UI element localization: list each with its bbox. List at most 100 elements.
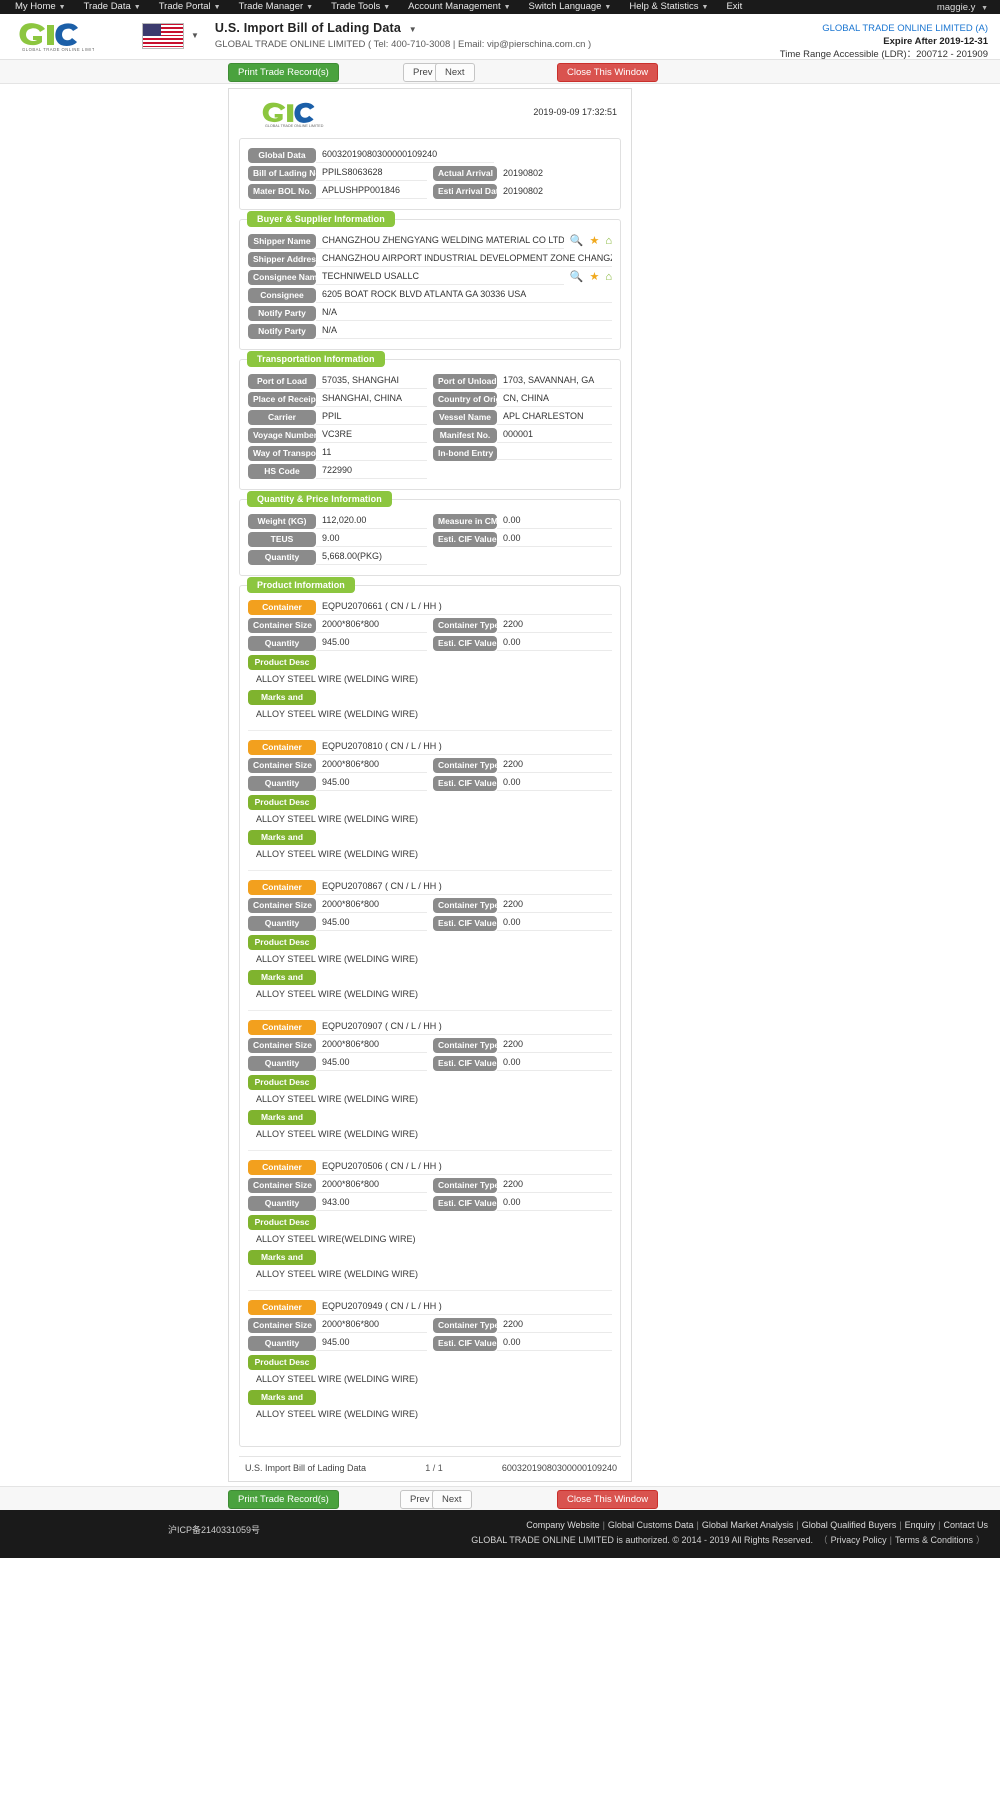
transportation-row-label-left-3: Voyage Number [248,428,317,443]
container-label: Container [248,600,316,615]
chevron-down-icon[interactable]: ▼ [191,31,199,40]
row-action-icons: 🔍 ★ ⌂ [564,236,612,247]
sheet-footer: U.S. Import Bill of Lading Data 1 / 1 60… [239,1456,621,1475]
container-quantity-label: Quantity [248,776,316,791]
footer-link-global-qualified-buyers[interactable]: Global Qualified Buyers [802,1520,897,1530]
container-size-row: Container Size 2000*806*800 Container Type… [248,898,612,913]
footer-copyright-text: GLOBAL TRADE ONLINE LIMITED is authorize… [471,1535,814,1545]
nav-item-help-statistics[interactable]: Help & Statistics ▼ [620,0,717,15]
nav-item-label: Trade Data [83,0,131,12]
product-desc-row: Product Desc [248,655,612,670]
row-left: Place of Receipt SHANGHAI, CHINA [248,392,427,407]
transportation-row-label-right-3: Manifest No. [433,428,497,443]
print-trade-records-button[interactable]: Print Trade Record(s) [228,63,339,82]
master-bol-row: Mater BOL No. APLUSHPP001846 Esti Arriva… [248,184,612,199]
product-desc-text: ALLOY STEEL WIRE (WELDING WIRE) [256,954,419,964]
row-action-icons: 🔍 ★ ⌂ [564,272,612,283]
footer-link-global-market-analysis[interactable]: Global Market Analysis [702,1520,794,1530]
home-icon[interactable]: ⌂ [605,272,612,283]
close-window-button-bottom[interactable]: Close This Window [557,1490,659,1509]
print-trade-records-button-bottom[interactable]: Print Trade Record(s) [228,1490,339,1509]
nav-item-label: Help & Statistics [629,0,699,12]
nav-item-exit[interactable]: Exit [717,0,751,14]
next-button-bottom[interactable]: Next [432,1490,472,1509]
marks-row: Marks and [248,690,612,705]
marks-text: ALLOY STEEL WIRE (WELDING WIRE) [256,709,419,719]
container-size-label: Container Size [248,1038,316,1053]
transportation-row: Place of Receipt SHANGHAI, CHINA Country o… [248,392,612,407]
row-right: Esti. CIF Value 0.00 [433,636,612,651]
nav-item-trade-manager[interactable]: Trade Manager ▼ [230,0,323,15]
link-separator: | [796,1520,799,1530]
container-quantity-label: Quantity [248,1056,316,1071]
nav-item-switch-language[interactable]: Switch Language ▼ [520,0,621,15]
row-left: Quantity 945.00 [248,776,427,791]
user-menu[interactable]: maggie.y ▼ [937,2,994,13]
buyer-supplier-row: Consignee 6205 BOAT ROCK BLVD ATLANTA GA … [248,288,612,303]
star-icon[interactable]: ★ [589,272,599,283]
container-cif-value: 0.00 [497,916,612,931]
nav-item-trade-tools[interactable]: Trade Tools ▼ [322,0,399,15]
nav-item-label: My Home [15,0,56,12]
master-bol-value: APLUSHPP001846 [316,184,427,199]
row-left: Container Size 2000*806*800 [248,1038,427,1053]
container-cif-label: Esti. CIF Value [433,1056,497,1071]
sheet-logo: GLOBAL TRADE ONLINE LIMITED [261,99,329,132]
container-label: Container [248,1020,316,1035]
gto-logo: GLOBAL TRADE ONLINE LIMITED [18,19,94,53]
country-flag-selector[interactable]: ▼ [142,22,199,49]
quantity-row: Quantity 5,668.00(PKG) [248,550,612,565]
container-type-label: Container Type [433,618,499,633]
container-size-row: Container Size 2000*806*800 Container Type… [248,1318,612,1333]
page-title-text: U.S. Import Bill of Lading Data [214,21,401,35]
account-info: GLOBAL TRADE ONLINE LIMITED (A) Expire A… [780,22,988,61]
next-button[interactable]: Next [435,63,475,82]
nav-item-trade-portal[interactable]: Trade Portal ▼ [150,0,230,15]
row-right: Esti. CIF Value 0.00 [433,776,612,791]
quantity-value: 5,668.00(PKG) [316,550,427,565]
nav-item-my-home[interactable]: My Home ▼ [6,0,75,15]
bs-label-0: Shipper Name [248,234,316,249]
container-label: Container [248,880,316,895]
search-icon[interactable]: 🔍 [570,236,584,247]
container-value: EQPU2070810 ( CN / L / HH ) [316,740,612,755]
footer-link-contact-us[interactable]: Contact Us [943,1520,988,1530]
product-desc-row: Product Desc [248,795,612,810]
container-cif-label: Esti. CIF Value [433,636,497,651]
buyer-supplier-row: Shipper Address CHANGZHOU AIRPORT INDUSTR… [248,252,612,267]
row-left: Quantity 945.00 [248,1056,427,1071]
star-icon[interactable]: ★ [589,236,599,247]
bs-value-1: CHANGZHOU AIRPORT INDUSTRIAL DEVELOPMENT… [316,252,612,267]
quantity-price-row-value-left-0: 112,020.00 [316,514,427,529]
account-name: GLOBAL TRADE ONLINE LIMITED (A) [822,23,988,34]
chevron-down-icon: ▼ [58,3,66,11]
row-left: Container Size 2000*806*800 [248,618,427,633]
footer-link-terms-conditions[interactable]: Terms & Conditions [895,1535,973,1545]
row-right: Container Type 2200 [433,1038,612,1053]
container-type-label: Container Type [433,1038,499,1053]
page-title-block: U.S. Import Bill of Lading Data ▼ GLOBAL… [215,21,591,50]
container-size-row: Container Size 2000*806*800 Container Type… [248,1038,612,1053]
product-desc-row: Product Desc [248,1075,612,1090]
chevron-down-icon: ▼ [981,4,988,12]
actual-arrival-value: 20190802 [503,167,544,178]
bill-of-lading-row: Bill of Lading No. PPILS8063628 Actual A… [248,166,612,181]
search-icon[interactable]: 🔍 [570,272,584,283]
hs-code-label: HS Code [248,464,316,479]
transportation-row: Way of Transport 11 In-bond Entry [248,446,612,461]
row-left: Quantity 945.00 [248,636,427,651]
footer-link-privacy-policy[interactable]: Privacy Policy [831,1535,887,1545]
page-title[interactable]: U.S. Import Bill of Lading Data ▼ [215,21,591,35]
row-right: Country of Origin CN, CHINA [433,392,612,407]
nav-item-account-management[interactable]: Account Management ▼ [399,0,519,15]
page-footer: 沪ICP备2140331059号 Company Website | Global … [0,1510,1000,1558]
footer-link-company-website[interactable]: Company Website [526,1520,599,1530]
nav-item-label: Exit [726,1,743,12]
home-icon[interactable]: ⌂ [605,236,612,247]
footer-link-global-customs-data[interactable]: Global Customs Data [608,1520,694,1530]
marks-text: ALLOY STEEL WIRE (WELDING WIRE) [256,1129,419,1139]
nav-item-trade-data[interactable]: Trade Data ▼ [75,0,150,15]
close-window-button[interactable]: Close This Window [557,63,659,82]
marks-label: Marks and [248,830,316,845]
footer-link-enquiry[interactable]: Enquiry [905,1520,936,1530]
